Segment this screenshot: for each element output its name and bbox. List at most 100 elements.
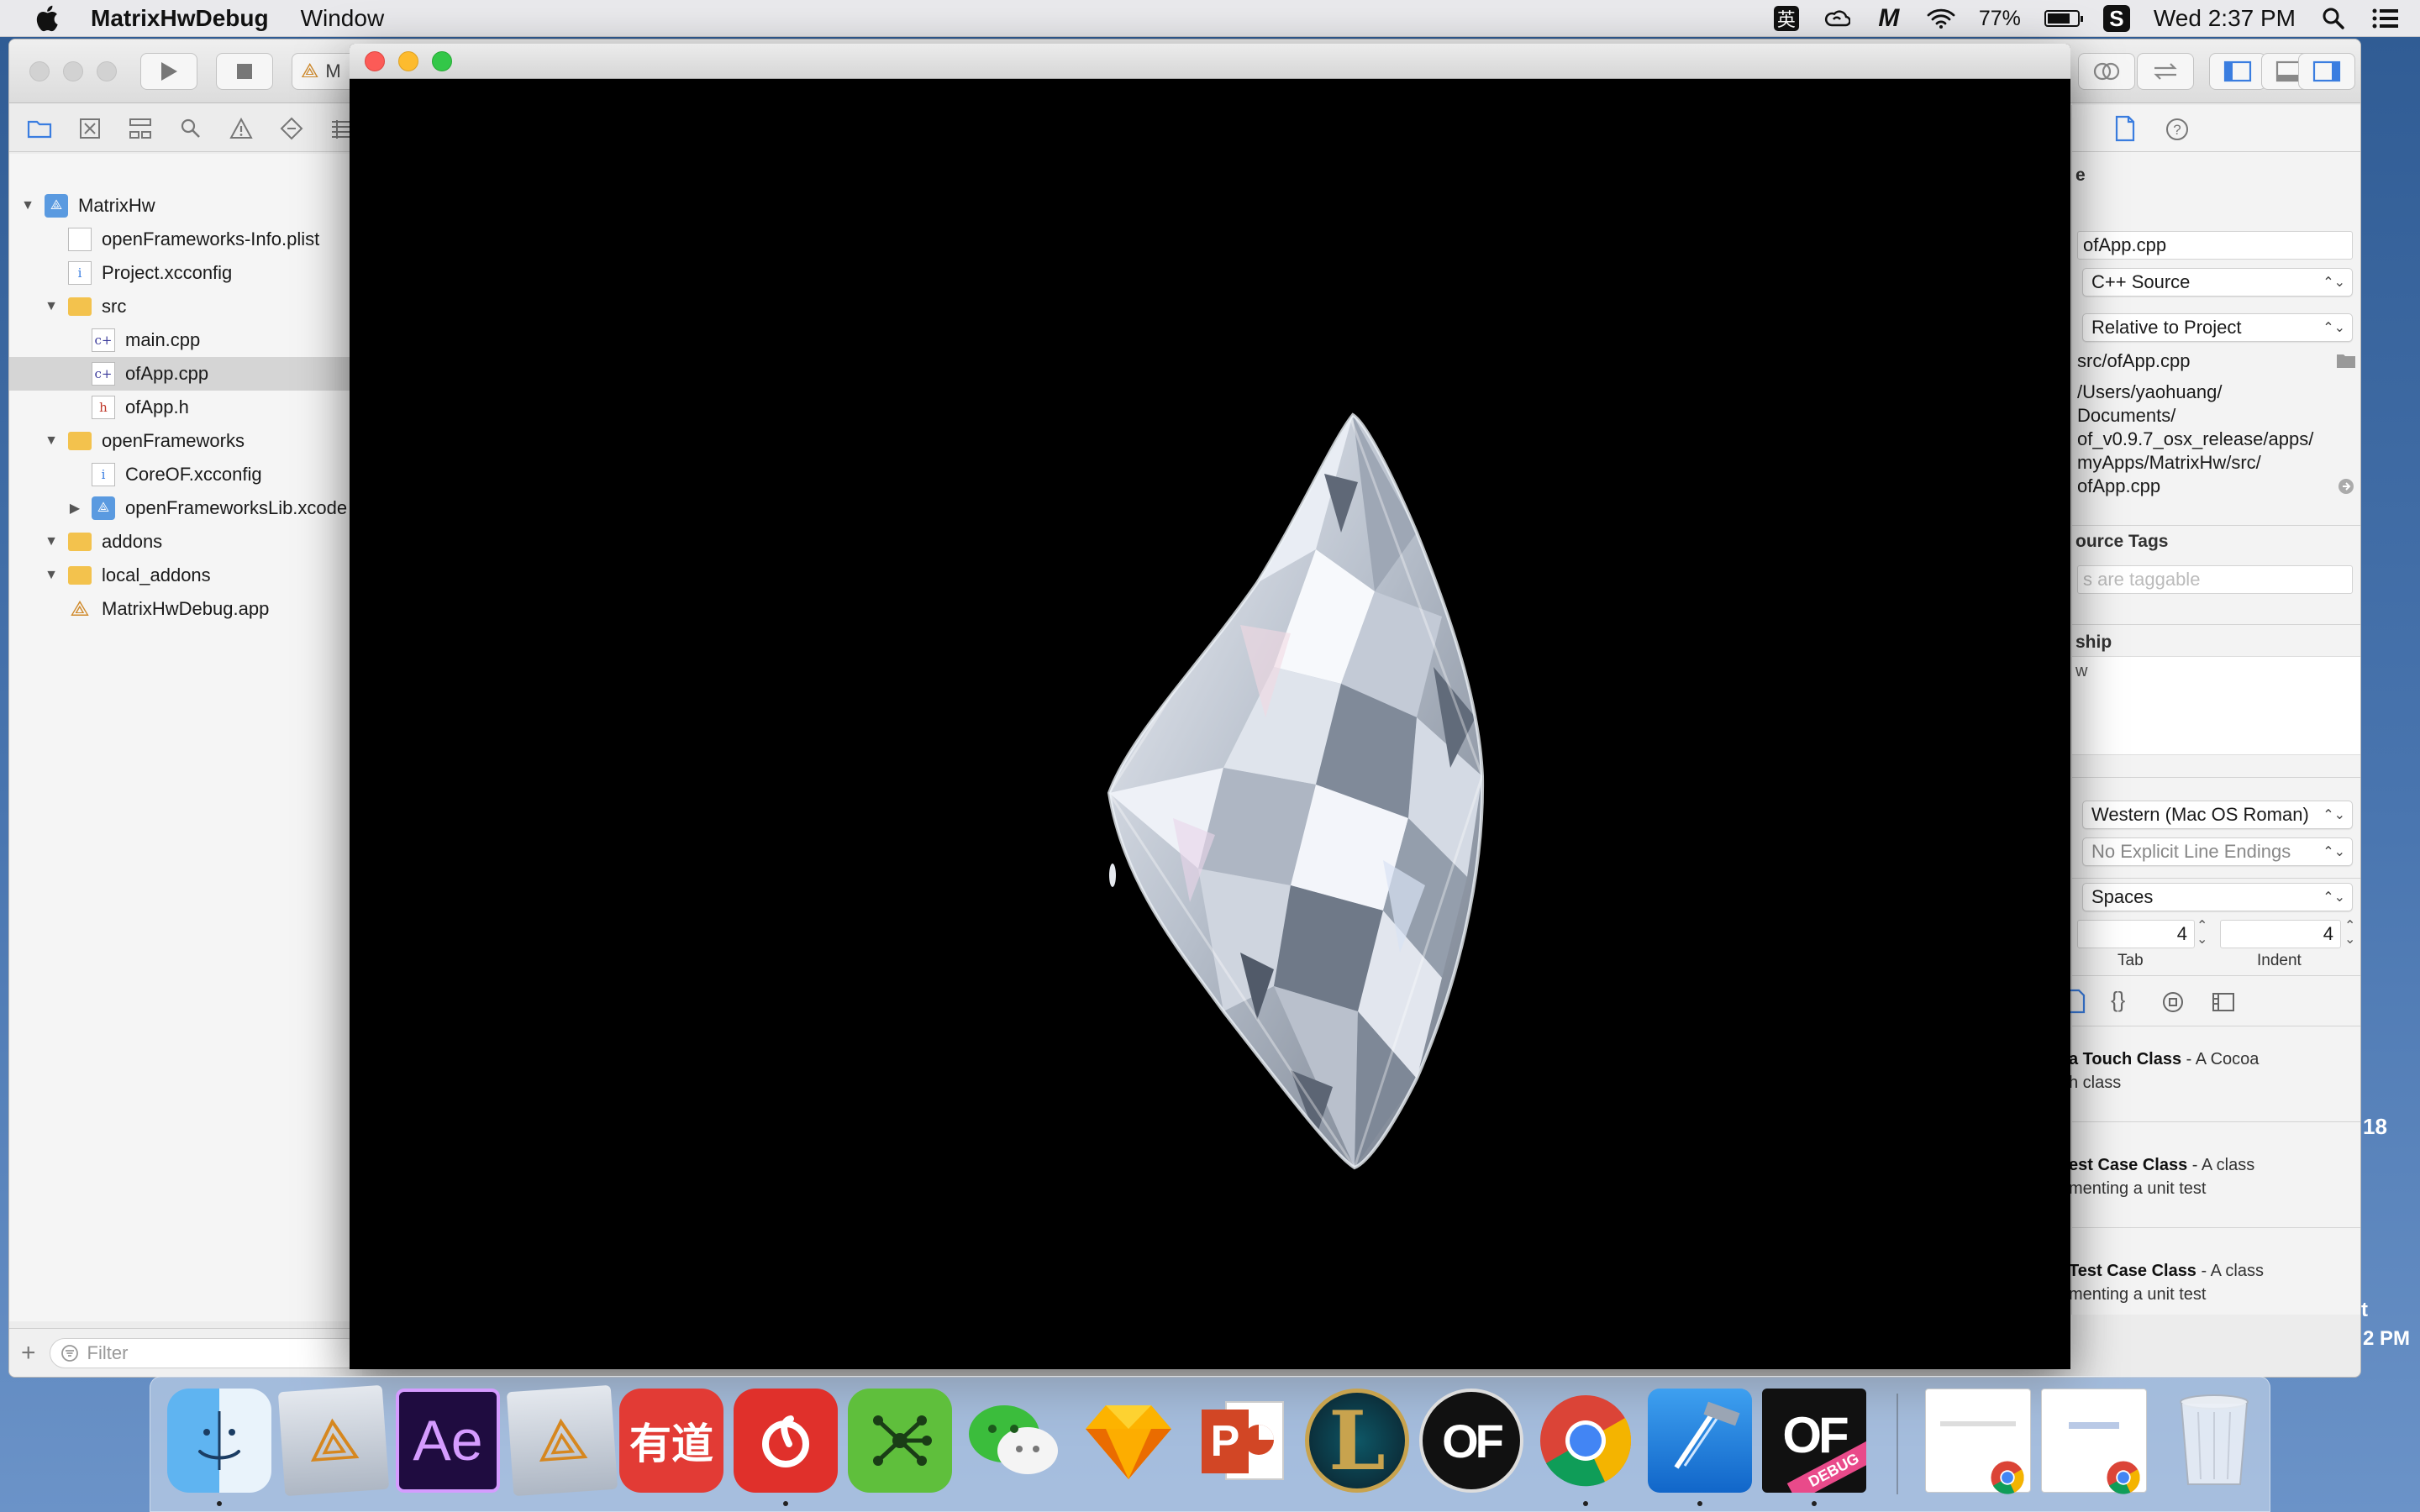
library-tabs: {} xyxy=(2069,979,2360,1026)
menubar-clock[interactable]: Wed 2:37 PM xyxy=(2154,5,2296,32)
toggle-navigator-button[interactable] xyxy=(2209,53,2266,90)
add-file-plus-icon[interactable]: + xyxy=(21,1339,36,1368)
navigator-item-matrixhwdebug-app[interactable]: ⟁ MatrixHwDebug.app xyxy=(9,592,362,626)
file-inspector-doc-icon[interactable] xyxy=(2114,115,2136,142)
navigator-item-openframeworks-info-plist[interactable]: openFrameworks-Info.plist xyxy=(9,223,362,256)
indent-using-popup[interactable]: Spaces ⌃⌄ xyxy=(2082,883,2353,911)
dock-xcode[interactable] xyxy=(1648,1389,1752,1493)
spotlight-search-icon[interactable] xyxy=(2319,4,2348,33)
dock-minimized-chrome-window-1[interactable] xyxy=(1925,1389,2031,1494)
navigator-item-matrixhw[interactable]: ▼ ⟁ MatrixHw xyxy=(9,189,362,223)
media-library-film-icon[interactable] xyxy=(2212,992,2235,1012)
navigator-item-local-addons[interactable]: ▼ local_addons xyxy=(9,559,362,592)
xcode-minimize-button[interactable] xyxy=(63,61,83,81)
line-endings-popup[interactable]: No Explicit Line Endings ⌃⌄ xyxy=(2082,837,2353,866)
project-navigator-folder-icon[interactable] xyxy=(23,112,56,145)
tags-input[interactable]: s are taggable xyxy=(2077,565,2353,594)
template-item-ui-test-case-class[interactable]: Test Case Class - A class menting a unit… xyxy=(2069,1259,2264,1306)
battery-icon[interactable] xyxy=(2044,10,2083,27)
wifi-icon[interactable] xyxy=(1927,4,1955,33)
dock-league-of-legends[interactable]: L xyxy=(1305,1389,1409,1493)
dock-wechat[interactable] xyxy=(962,1389,1066,1493)
text-encoding-popup[interactable]: Western (Mac OS Roman) ⌃⌄ xyxy=(2082,801,2353,829)
test-navigator-diamond-icon[interactable] xyxy=(275,112,308,145)
disclosure-expanded-icon[interactable]: ▼ xyxy=(19,197,36,214)
hierarchy-navigator-icon[interactable] xyxy=(124,112,157,145)
stop-button[interactable] xyxy=(216,53,273,90)
dock-matrixhwdebug[interactable]: OF DEBUG xyxy=(1762,1389,1866,1493)
app-menu-name[interactable]: MatrixHwDebug xyxy=(91,5,269,32)
tab-width-field[interactable]: 4 xyxy=(2077,920,2195,948)
disclosure-expanded-icon[interactable]: ▼ xyxy=(43,433,60,449)
dock-netease-music[interactable] xyxy=(734,1389,838,1493)
running-indicator-dot xyxy=(1812,1501,1817,1506)
dock-minimized-chrome-window-2[interactable] xyxy=(2041,1389,2147,1494)
template-title: Test Case Class xyxy=(2069,1262,2196,1280)
version-editor-button[interactable] xyxy=(2078,53,2135,90)
object-library-circle-icon[interactable] xyxy=(2161,990,2185,1014)
dock-instruments-2[interactable]: ⟁ xyxy=(506,1384,618,1497)
apple-logo-icon[interactable] xyxy=(34,3,64,34)
location-popup[interactable]: Relative to Project ⌃⌄ xyxy=(2082,313,2353,342)
find-navigator-search-icon[interactable] xyxy=(174,112,208,145)
file-type-popup[interactable]: C++ Source ⌃⌄ xyxy=(2082,268,2353,297)
navigator-item-openframeworkslib-xcode[interactable]: ▶ ⟁ openFrameworksLib.xcode xyxy=(9,491,362,525)
choose-location-folder-icon[interactable] xyxy=(2336,352,2356,369)
reveal-in-finder-arrow-icon[interactable] xyxy=(2338,478,2354,495)
m-app-icon[interactable]: M xyxy=(1875,4,1903,33)
navigator-filter-input[interactable]: Filter xyxy=(49,1337,362,1368)
creative-cloud-icon[interactable] xyxy=(1823,4,1851,33)
dock-google-chrome[interactable] xyxy=(1534,1389,1638,1493)
target-membership-list[interactable]: w xyxy=(2072,656,2360,755)
window-zoom-button[interactable] xyxy=(432,51,452,71)
dock-mindnode[interactable] xyxy=(848,1389,952,1493)
template-description: - A class xyxy=(2187,1156,2255,1174)
disclosure-expanded-icon[interactable]: ▼ xyxy=(43,298,60,315)
disclosure-expanded-icon[interactable]: ▼ xyxy=(43,567,60,584)
dock-instruments[interactable]: ⟁ xyxy=(277,1384,390,1497)
disclosure-expanded-icon[interactable]: ▼ xyxy=(43,533,60,550)
dock-openframeworks[interactable]: OF xyxy=(1419,1389,1523,1493)
indent-width-field[interactable]: 4 xyxy=(2220,920,2341,948)
toggle-utilities-button[interactable] xyxy=(2298,53,2355,90)
dock-finder[interactable] xyxy=(167,1389,271,1493)
navigator-item-addons[interactable]: ▼ addons xyxy=(9,525,362,559)
window-minimize-button[interactable] xyxy=(398,51,418,71)
navigator-item-ofapp-h[interactable]: h ofApp.h xyxy=(9,391,362,424)
swap-editor-button[interactable] xyxy=(2137,53,2194,90)
navigator-item-src[interactable]: ▼ src xyxy=(9,290,362,323)
file-name-field[interactable]: ofApp.cpp xyxy=(2077,231,2353,260)
navigator-item-project-xcconfig[interactable]: i Project.xcconfig xyxy=(9,256,362,290)
issue-navigator-warning-icon[interactable] xyxy=(224,112,258,145)
dock-after-effects[interactable]: Ae xyxy=(396,1389,500,1493)
xcode-zoom-button[interactable] xyxy=(97,61,117,81)
navigator-item-ofapp-cpp[interactable]: c+ ofApp.cpp xyxy=(9,357,362,391)
code-snippet-library-braces-icon[interactable]: {} xyxy=(2111,987,2125,1013)
on-demand-tags-header: ource Tags xyxy=(2075,532,2169,551)
template-item-cocoa-touch-class[interactable]: a Touch Class - A Cocoa h class xyxy=(2069,1047,2259,1095)
disclosure-collapsed-icon[interactable]: ▶ xyxy=(66,500,83,517)
tab-width-stepper[interactable]: ⌃ ⌄ xyxy=(2196,920,2207,947)
quick-help-question-icon[interactable]: ? xyxy=(2165,117,2190,142)
indent-width-stepper[interactable]: ⌃ ⌄ xyxy=(2344,920,2355,947)
play-icon xyxy=(161,62,177,81)
dock-sketch[interactable] xyxy=(1076,1389,1181,1493)
s-app-icon[interactable]: S xyxy=(2102,5,2130,32)
navigator-item-openframeworks[interactable]: ▼ openFrameworks xyxy=(9,424,362,458)
notification-center-icon[interactable] xyxy=(2371,4,2400,33)
window-close-button[interactable] xyxy=(365,51,385,71)
xcode-close-button[interactable] xyxy=(29,61,50,81)
dock-youdao-dictionary[interactable]: 有道 xyxy=(619,1389,723,1493)
menu-window[interactable]: Window xyxy=(301,5,385,32)
navigator-item-coreof-xcconfig[interactable]: i CoreOF.xcconfig xyxy=(9,458,362,491)
file-template-library-icon[interactable] xyxy=(2069,989,2086,1014)
dock-powerpoint[interactable]: P xyxy=(1191,1389,1295,1493)
dock-trash[interactable] xyxy=(2162,1389,2266,1493)
run-button[interactable] xyxy=(140,53,197,90)
navigator-item-main-cpp[interactable]: c+ main.cpp xyxy=(9,323,362,357)
symbol-navigator-icon[interactable] xyxy=(73,112,107,145)
render-canvas[interactable] xyxy=(350,79,2070,1369)
template-item-unit-test-case-class[interactable]: est Case Class - A class menting a unit … xyxy=(2069,1153,2254,1200)
app-window-titlebar[interactable] xyxy=(350,44,2070,79)
ime-icon[interactable]: 英 xyxy=(1773,6,1799,31)
